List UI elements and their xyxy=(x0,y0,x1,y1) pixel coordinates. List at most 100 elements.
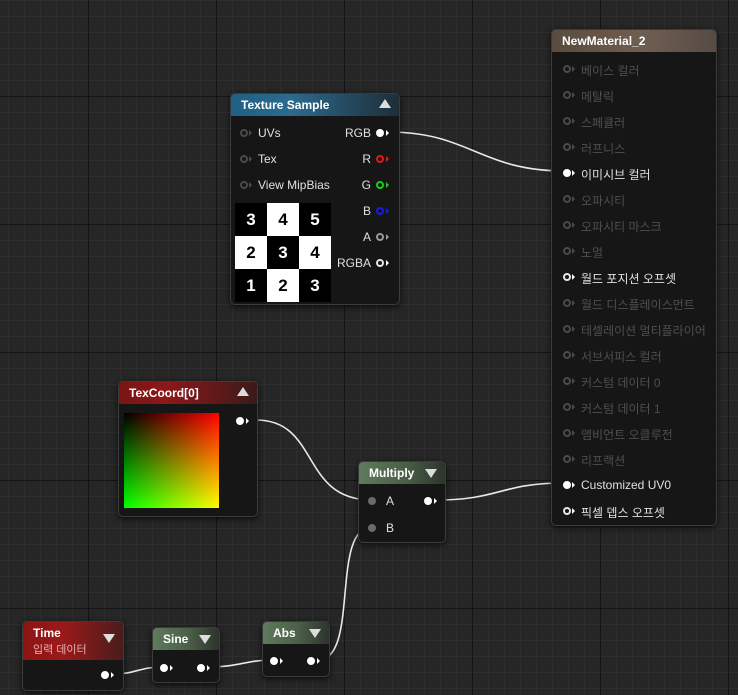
a-label: A xyxy=(362,230,371,244)
material-input-pin[interactable] xyxy=(563,169,571,177)
texture-sample-header[interactable]: Texture Sample xyxy=(231,94,399,116)
checker-cell: 3 xyxy=(299,269,331,302)
pin-arrow-icon xyxy=(572,482,575,488)
checker-cell: 4 xyxy=(299,236,331,269)
pin-arrow-icon xyxy=(572,66,575,72)
material-pin-label: 노멀 xyxy=(581,246,604,260)
rgba-output-pin[interactable] xyxy=(376,259,384,267)
multiply-header[interactable]: Multiply xyxy=(359,462,445,484)
a-output-pin[interactable] xyxy=(376,233,384,241)
wire-texcoord-to-multiply-a xyxy=(255,419,373,501)
node-title: TexCoord[0] xyxy=(129,386,199,400)
pin-arrow-icon xyxy=(207,665,210,671)
time-output-pin[interactable] xyxy=(101,671,109,679)
material-input-pin[interactable] xyxy=(563,247,571,255)
collapse-arrow-icon[interactable] xyxy=(379,99,391,108)
material-input-pin[interactable] xyxy=(563,507,571,515)
material-input-pin[interactable] xyxy=(563,377,571,385)
pin-arrow-icon xyxy=(170,665,173,671)
tex-input-pin[interactable] xyxy=(240,155,248,163)
texcoord-output-pin[interactable] xyxy=(236,417,244,425)
material-pin-label: 리프랙션 xyxy=(581,454,626,468)
pin-arrow-icon xyxy=(572,144,575,150)
collapse-arrow-icon[interactable] xyxy=(199,635,211,644)
b-label: B xyxy=(362,204,371,218)
material-input-pin[interactable] xyxy=(563,351,571,359)
material-input-pin[interactable] xyxy=(563,117,571,125)
sine-header[interactable]: Sine xyxy=(153,628,219,650)
material-input-pin[interactable] xyxy=(563,429,571,437)
material-pin-label: 테셀레이션 멀티플라이어 xyxy=(581,324,706,338)
r-label: R xyxy=(362,152,371,166)
abs-header[interactable]: Abs xyxy=(263,622,329,644)
g-output-pin[interactable] xyxy=(376,181,384,189)
material-input-pin[interactable] xyxy=(563,143,571,151)
material-input-pin[interactable] xyxy=(563,481,571,489)
texcoord-node[interactable]: TexCoord[0] xyxy=(118,381,258,517)
material-pin-label: 베이스 컬러 xyxy=(581,64,640,78)
pin-arrow-icon xyxy=(572,248,575,254)
sine-output-pin[interactable] xyxy=(197,664,205,672)
material-pin-label: 스페큘러 xyxy=(581,116,626,130)
view-mipbias-input-pin[interactable] xyxy=(240,181,248,189)
texture-sample-node[interactable]: Texture Sample UVs Tex View MipBias RGB … xyxy=(230,93,400,305)
material-input-pin[interactable] xyxy=(563,403,571,411)
collapse-arrow-icon[interactable] xyxy=(309,629,321,638)
material-input-pin[interactable] xyxy=(563,221,571,229)
material-input-pin[interactable] xyxy=(563,325,571,333)
abs-input-pin[interactable] xyxy=(270,657,278,665)
material-pin-label: 월드 포지션 오프셋 xyxy=(581,272,676,286)
material-input-pin[interactable] xyxy=(563,299,571,307)
collapse-arrow-icon[interactable] xyxy=(425,469,437,478)
material-result-node[interactable]: NewMaterial_2 베이스 컬러 메탈릭 스페큘러 러프니스 이미시브 컬러 오파… xyxy=(551,29,717,526)
multiply-a-input-pin[interactable] xyxy=(368,497,376,505)
texcoord-preview xyxy=(124,413,219,508)
texcoord-header[interactable]: TexCoord[0] xyxy=(119,382,257,404)
checker-cell: 4 xyxy=(267,203,299,236)
b-output-pin[interactable] xyxy=(376,207,384,215)
material-input-pin[interactable] xyxy=(563,195,571,203)
pin-arrow-icon xyxy=(572,170,575,176)
material-input-pin[interactable] xyxy=(563,65,571,73)
time-header[interactable]: Time 입력 데이터 xyxy=(23,622,123,660)
uvs-input-pin[interactable] xyxy=(240,129,248,137)
abs-node[interactable]: Abs xyxy=(262,621,330,677)
multiply-a-label: A xyxy=(386,494,395,508)
sine-node[interactable]: Sine xyxy=(152,627,220,683)
multiply-output-pin[interactable] xyxy=(424,497,432,505)
pin-arrow-icon xyxy=(386,234,389,240)
pin-arrow-icon xyxy=(434,498,437,504)
g-label: G xyxy=(361,178,371,192)
material-input-pin[interactable] xyxy=(563,273,571,281)
pin-arrow-icon xyxy=(572,508,575,514)
pin-arrow-icon xyxy=(280,658,283,664)
material-pin-label: 픽셀 뎁스 오프셋 xyxy=(581,506,665,520)
material-pin-label: 앰비언트 오클루전 xyxy=(581,428,673,442)
pin-arrow-icon xyxy=(246,418,249,424)
pin-arrow-icon xyxy=(572,378,575,384)
uvs-label: UVs xyxy=(258,126,281,140)
abs-output-pin[interactable] xyxy=(307,657,315,665)
collapse-arrow-icon[interactable] xyxy=(103,634,115,643)
material-input-pin[interactable] xyxy=(563,91,571,99)
multiply-b-input-pin[interactable] xyxy=(368,524,376,532)
material-header[interactable]: NewMaterial_2 xyxy=(552,30,716,52)
material-pin-label: 이미시브 컬러 xyxy=(581,168,651,182)
time-node[interactable]: Time 입력 데이터 xyxy=(22,621,124,691)
node-title: Time xyxy=(33,626,61,640)
wire-multiply-to-customized-uv xyxy=(435,482,566,501)
material-pin-label: 메탈릭 xyxy=(581,90,615,104)
texture-preview: 3 4 5 2 3 4 1 2 3 xyxy=(235,203,331,302)
sine-input-pin[interactable] xyxy=(160,664,168,672)
multiply-node[interactable]: Multiply A B xyxy=(358,461,446,543)
material-input-pin[interactable] xyxy=(563,455,571,463)
multiply-b-label: B xyxy=(386,521,395,535)
pin-arrow-icon xyxy=(386,260,389,266)
r-output-pin[interactable] xyxy=(376,155,384,163)
pin-arrow-icon xyxy=(572,352,575,358)
node-title: Abs xyxy=(273,626,296,640)
pin-arrow-icon xyxy=(317,658,320,664)
collapse-arrow-icon[interactable] xyxy=(237,387,249,396)
rgb-output-pin[interactable] xyxy=(376,129,384,137)
checker-cell: 3 xyxy=(267,236,299,269)
